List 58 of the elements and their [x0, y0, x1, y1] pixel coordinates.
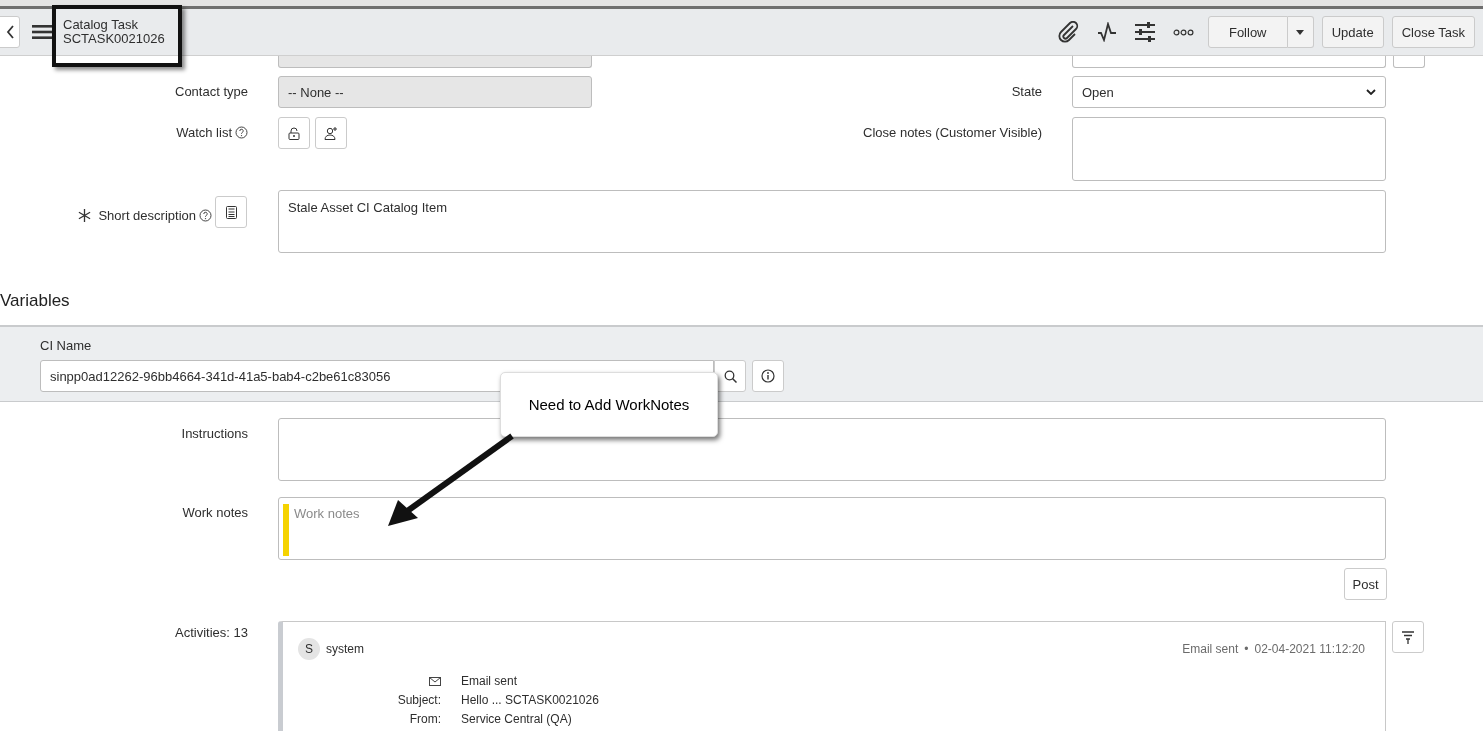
author-name: system — [326, 642, 364, 656]
field-value: Service Central (QA) — [461, 711, 572, 728]
search-icon — [723, 369, 737, 383]
section-heading: Variables — [0, 290, 71, 312]
chevron-left-icon — [5, 25, 15, 39]
callout-tooltip: Need to Add WorkNotes — [500, 372, 718, 437]
field-label: Work notes — [182, 505, 248, 520]
document-icon — [225, 205, 237, 219]
field-label: Close notes (Customer Visible) — [863, 125, 1042, 140]
field-label: CI Name — [40, 338, 92, 353]
paperclip-icon[interactable] — [1056, 21, 1079, 43]
help-icon[interactable] — [199, 208, 212, 222]
action-button[interactable]: Update — [1321, 16, 1384, 48]
record-type: Catalog Task — [63, 18, 139, 32]
field-label: Instructions — [181, 426, 248, 441]
separator-dot: • — [1244, 642, 1249, 656]
add-user-button[interactable] — [315, 117, 347, 149]
action-button[interactable]: Close Task — [1391, 16, 1475, 48]
menu-icon[interactable] — [32, 24, 52, 40]
sliders-icon[interactable] — [1134, 22, 1155, 42]
lock-button[interactable] — [278, 117, 310, 149]
field-label: Subject: — [397, 692, 441, 709]
field-label: Activities: 13 — [175, 625, 248, 640]
text-area[interactable]: Stale Asset CI Catalog Item — [278, 190, 1386, 253]
record-number: SCTASK0021026 — [63, 32, 165, 46]
filter-button[interactable] — [1392, 621, 1424, 653]
avatar: S — [298, 638, 320, 660]
template-button[interactable] — [215, 196, 247, 228]
back-button[interactable] — [0, 16, 20, 48]
select-field: -- None -- — [278, 76, 592, 108]
input-field[interactable] — [278, 56, 592, 68]
field-label: Short description — [98, 207, 196, 223]
field-label: From: — [409, 711, 441, 728]
more-icon[interactable] — [1172, 28, 1194, 36]
info-icon — [761, 369, 775, 383]
timestamp: 02-04-2021 11:12:20 — [1254, 642, 1365, 656]
work-notes-field[interactable]: Work notes — [278, 497, 1386, 560]
follow-dropdown-button[interactable] — [1287, 16, 1314, 48]
input-field[interactable] — [1072, 56, 1386, 68]
activity-type: Email sent — [1182, 642, 1239, 656]
activity-icon[interactable] — [1096, 22, 1117, 42]
field-label: State — [1011, 84, 1042, 99]
chevron-down-icon — [1366, 89, 1376, 95]
filter-icon — [1402, 630, 1414, 644]
field-label: Watch list — [176, 125, 232, 140]
activity-text: Email sent — [461, 673, 518, 690]
search-button[interactable] — [714, 360, 746, 392]
caret-icon — [1296, 29, 1305, 35]
info-button[interactable] — [752, 360, 784, 392]
follow-button[interactable]: Follow — [1207, 16, 1288, 48]
field-value: Hello ... SCTASK0021026 — [461, 692, 599, 709]
field-label: Contact type — [175, 84, 248, 99]
lock-icon — [288, 126, 300, 140]
add-user-icon — [324, 126, 338, 140]
envelope-icon — [429, 677, 441, 686]
select-field[interactable]: Open — [1072, 76, 1386, 108]
post-button[interactable]: Post — [1344, 568, 1387, 600]
help-icon[interactable] — [235, 126, 248, 139]
